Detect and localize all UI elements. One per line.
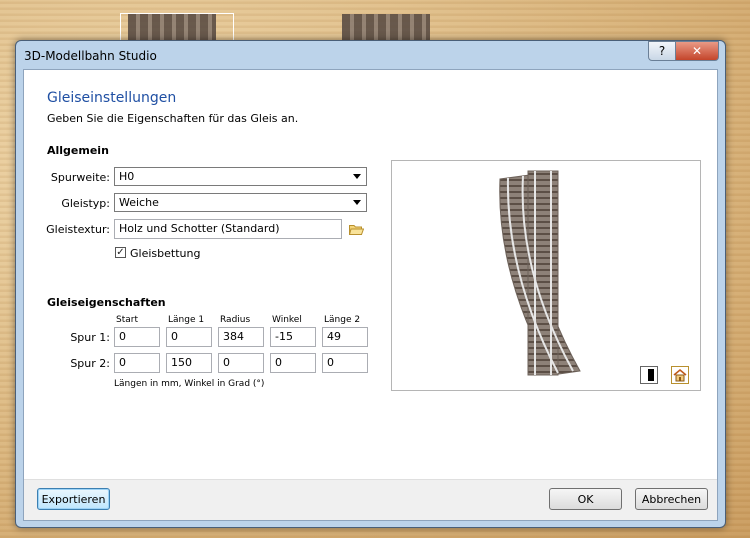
track2-radius-field[interactable]: 0 bbox=[218, 353, 264, 373]
track1-angle-field[interactable]: -15 bbox=[270, 327, 316, 347]
export-button[interactable]: Exportieren bbox=[37, 488, 110, 510]
texture-label: Gleistextur: bbox=[46, 223, 110, 236]
track1-label: Spur 1: bbox=[70, 331, 110, 344]
track-type-label: Gleistyp: bbox=[61, 197, 110, 210]
gauge-select[interactable]: H0 bbox=[114, 167, 367, 186]
cancel-button[interactable]: Abbrechen bbox=[635, 488, 708, 510]
column-header-length1: Länge 1 bbox=[168, 315, 205, 325]
bedding-checkbox[interactable]: ✓ bbox=[115, 247, 126, 258]
page-title: Gleiseinstellungen bbox=[47, 90, 177, 106]
dialog-footer: Exportieren OK Abbrechen bbox=[24, 479, 717, 520]
track2-length2-field[interactable]: 0 bbox=[322, 353, 368, 373]
ok-button[interactable]: OK bbox=[549, 488, 622, 510]
units-note: Längen in mm, Winkel in Grad (°) bbox=[114, 379, 265, 389]
column-header-angle: Winkel bbox=[272, 315, 302, 325]
track2-start-field[interactable]: 0 bbox=[114, 353, 160, 373]
track2-length1-field[interactable]: 150 bbox=[166, 353, 212, 373]
turnout-preview-image bbox=[499, 170, 581, 376]
track1-radius-field[interactable]: 384 bbox=[218, 327, 264, 347]
track-type-select[interactable]: Weiche bbox=[114, 193, 367, 212]
section-properties: Gleiseigenschaften bbox=[47, 296, 166, 309]
track2-angle-field[interactable]: 0 bbox=[270, 353, 316, 373]
help-button[interactable]: ? bbox=[648, 41, 676, 61]
track1-start-field[interactable]: 0 bbox=[114, 327, 160, 347]
split-view-icon[interactable] bbox=[640, 366, 658, 384]
chevron-down-icon bbox=[353, 174, 361, 179]
gauge-label: Spurweite: bbox=[50, 171, 110, 184]
texture-field[interactable]: Holz und Schotter (Standard) bbox=[114, 219, 342, 239]
page-subtitle: Geben Sie die Eigenschaften für das Glei… bbox=[47, 112, 299, 125]
chevron-down-icon bbox=[353, 200, 361, 205]
track-type-value: Weiche bbox=[119, 196, 159, 209]
track-preview[interactable] bbox=[391, 160, 701, 391]
window-title: 3D-Modellbahn Studio bbox=[24, 49, 157, 63]
column-header-length2: Länge 2 bbox=[324, 315, 361, 325]
column-header-radius: Radius bbox=[220, 315, 251, 325]
folder-icon[interactable] bbox=[349, 224, 364, 235]
dialog-window: 3D-Modellbahn Studio ? ✕ Gleiseinstellun… bbox=[15, 40, 726, 528]
station-icon[interactable] bbox=[671, 366, 689, 384]
column-header-start: Start bbox=[116, 315, 138, 325]
title-bar[interactable]: 3D-Modellbahn Studio ? ✕ bbox=[16, 41, 725, 69]
track1-length2-field[interactable]: 49 bbox=[322, 327, 368, 347]
track2-label: Spur 2: bbox=[70, 357, 110, 370]
gauge-value: H0 bbox=[119, 170, 135, 183]
dialog-client: Gleiseinstellungen Geben Sie die Eigensc… bbox=[23, 69, 718, 521]
track1-length1-field[interactable]: 0 bbox=[166, 327, 212, 347]
section-general: Allgemein bbox=[47, 144, 109, 157]
close-button[interactable]: ✕ bbox=[675, 41, 719, 61]
bedding-label: Gleisbettung bbox=[130, 247, 201, 260]
